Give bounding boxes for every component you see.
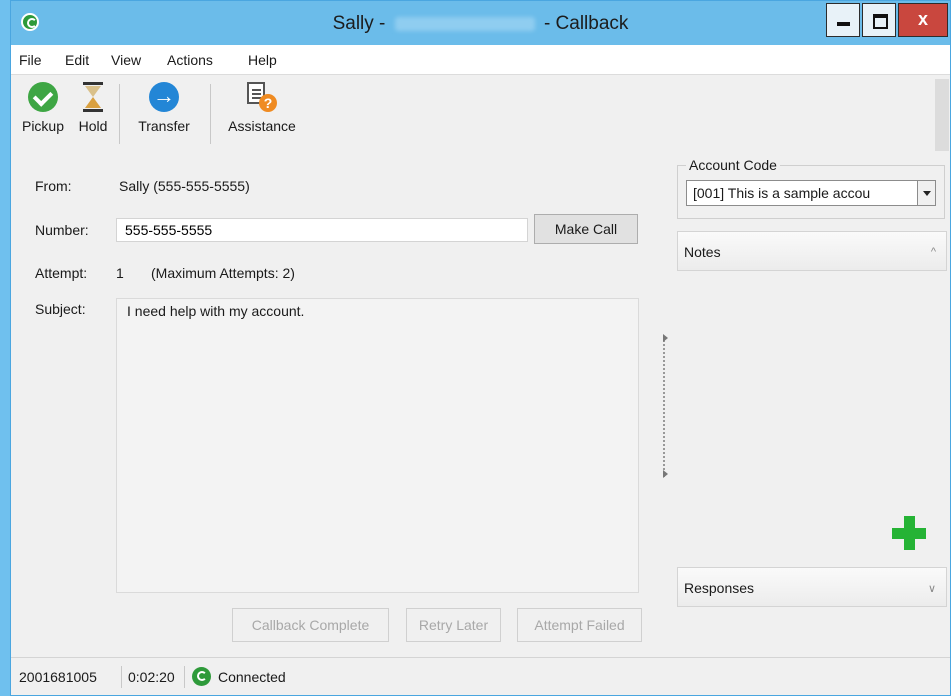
hold-label: Hold xyxy=(78,118,108,134)
pane-splitter[interactable] xyxy=(657,157,671,657)
redacted-text xyxy=(394,16,535,31)
pickup-label: Pickup xyxy=(21,118,65,134)
toolbar-separator xyxy=(119,84,120,144)
menu-view[interactable]: View xyxy=(111,52,141,68)
status-separator xyxy=(121,666,122,688)
hourglass-icon xyxy=(83,82,103,112)
toolbar-separator xyxy=(210,84,211,144)
title-prefix: Sally - xyxy=(332,13,386,34)
window-title: Sally - - Callback xyxy=(11,13,950,35)
callback-complete-button[interactable]: Callback Complete xyxy=(232,608,389,642)
status-separator xyxy=(184,666,185,688)
subject-field[interactable]: I need help with my account. xyxy=(116,298,639,593)
chevron-up-icon: ^ xyxy=(930,246,936,258)
toolbar: Pickup Hold → Transfer ? Assistance xyxy=(11,76,950,156)
hold-button[interactable]: Hold xyxy=(73,82,113,134)
assistance-icon: ? xyxy=(247,82,277,112)
account-code-label: Account Code xyxy=(686,157,780,173)
call-timer: 0:02:20 xyxy=(128,669,175,685)
from-label: From: xyxy=(35,178,72,194)
attempt-failed-button[interactable]: Attempt Failed xyxy=(517,608,642,642)
notes-label: Notes xyxy=(684,244,721,260)
chevron-down-icon: ∨ xyxy=(927,583,936,595)
responses-header[interactable]: Responses ∨ xyxy=(677,567,947,607)
interaction-id: 2001681005 xyxy=(19,669,97,685)
retry-later-button[interactable]: Retry Later xyxy=(406,608,501,642)
subject-label: Subject: xyxy=(35,301,86,317)
number-field[interactable] xyxy=(116,218,528,242)
close-button[interactable]: x xyxy=(898,3,948,37)
title-suffix: - Callback xyxy=(543,13,629,34)
attempt-value: 1 xyxy=(116,265,124,281)
splitter-grip xyxy=(663,337,665,477)
title-bar: Sally - - Callback x xyxy=(11,1,950,45)
attempt-label: Attempt: xyxy=(35,265,88,281)
connected-icon xyxy=(192,667,211,686)
from-value: Sally (555-555-5555) xyxy=(119,178,250,194)
transfer-label: Transfer xyxy=(138,118,190,134)
right-pane: Account Code [001] This is a sample acco… xyxy=(671,157,950,657)
number-label: Number: xyxy=(35,222,89,238)
check-icon xyxy=(28,82,58,112)
make-call-button[interactable]: Make Call xyxy=(534,214,638,244)
responses-label: Responses xyxy=(684,580,755,596)
assistance-button[interactable]: ? Assistance xyxy=(217,82,307,134)
chevron-down-icon[interactable] xyxy=(917,181,935,205)
maximize-button[interactable] xyxy=(862,3,896,37)
account-code-select[interactable]: [001] This is a sample accou xyxy=(686,180,936,206)
account-code-value: [001] This is a sample accou xyxy=(693,185,871,201)
splitter-arrow-icon xyxy=(663,334,668,342)
menu-file[interactable]: File xyxy=(19,52,42,68)
minimize-button[interactable] xyxy=(826,3,860,37)
max-attempts: (Maximum Attempts: 2) xyxy=(151,265,295,281)
status-bar: 2001681005 0:02:20 Connected xyxy=(11,657,950,695)
menu-edit[interactable]: Edit xyxy=(65,52,89,68)
add-note-icon[interactable] xyxy=(892,516,926,550)
callback-window: Sally - - Callback x File Edit View Acti… xyxy=(10,0,951,696)
transfer-button[interactable]: → Transfer xyxy=(124,82,204,134)
assistance-label: Assistance xyxy=(228,118,296,134)
toolbar-scrollbar[interactable] xyxy=(935,79,949,151)
menu-bar: File Edit View Actions Help xyxy=(11,45,950,75)
pickup-button[interactable]: Pickup xyxy=(17,82,69,134)
menu-actions[interactable]: Actions xyxy=(167,52,213,68)
notes-header[interactable]: Notes ^ xyxy=(677,231,947,271)
subject-value: I need help with my account. xyxy=(127,303,305,319)
splitter-arrow-icon xyxy=(663,470,668,478)
menu-help[interactable]: Help xyxy=(248,52,277,68)
connection-state: Connected xyxy=(218,669,286,685)
account-code-group: Account Code [001] This is a sample acco… xyxy=(677,157,945,219)
question-icon: ? xyxy=(259,94,277,112)
arrow-right-icon: → xyxy=(149,82,179,112)
